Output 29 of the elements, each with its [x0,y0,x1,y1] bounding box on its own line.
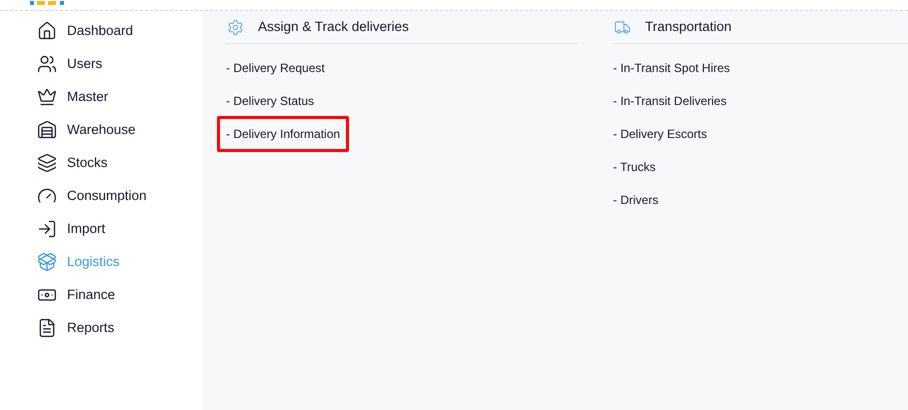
sidebar-item[interactable]: Finance [37,284,202,306]
sidebar-item[interactable]: Stocks [37,152,202,174]
section-title: Transportation [645,18,732,36]
menu-link[interactable]: - In-Transit Deliveries [613,92,727,110]
sidebar-item[interactable]: Dashboard [37,20,202,42]
sidebar-item[interactable]: Consumption [37,185,202,207]
sidebar-item[interactable]: Master [37,86,202,108]
sidebar-item[interactable]: Reports [37,317,202,339]
menu-link[interactable]: - Delivery Escorts [613,125,708,143]
logo-icon [30,1,66,5]
menu-link[interactable]: - Delivery Request [226,59,325,77]
document-icon [37,318,57,338]
section-title: Assign & Track deliveries [258,18,409,36]
sidebar-item[interactable]: Import [37,218,202,240]
users-icon [37,54,57,74]
menu-link[interactable]: - Drivers [613,191,658,209]
settings-icon [227,18,244,36]
sidebar-item[interactable]: Warehouse [37,119,202,141]
layers-icon [37,153,57,173]
truck-icon [614,18,631,36]
menu-link[interactable]: - In-Transit Spot Hires [613,59,730,77]
menu-link[interactable]: - Delivery Information [217,116,350,152]
menu-link[interactable]: - Trucks [613,158,656,176]
home-icon [37,21,57,41]
import-icon [37,219,57,239]
sidebar-item[interactable]: Users [37,53,202,75]
warehouse-icon [37,120,57,140]
crown-icon [37,87,57,107]
menu-link[interactable]: - Delivery Status [226,92,314,110]
